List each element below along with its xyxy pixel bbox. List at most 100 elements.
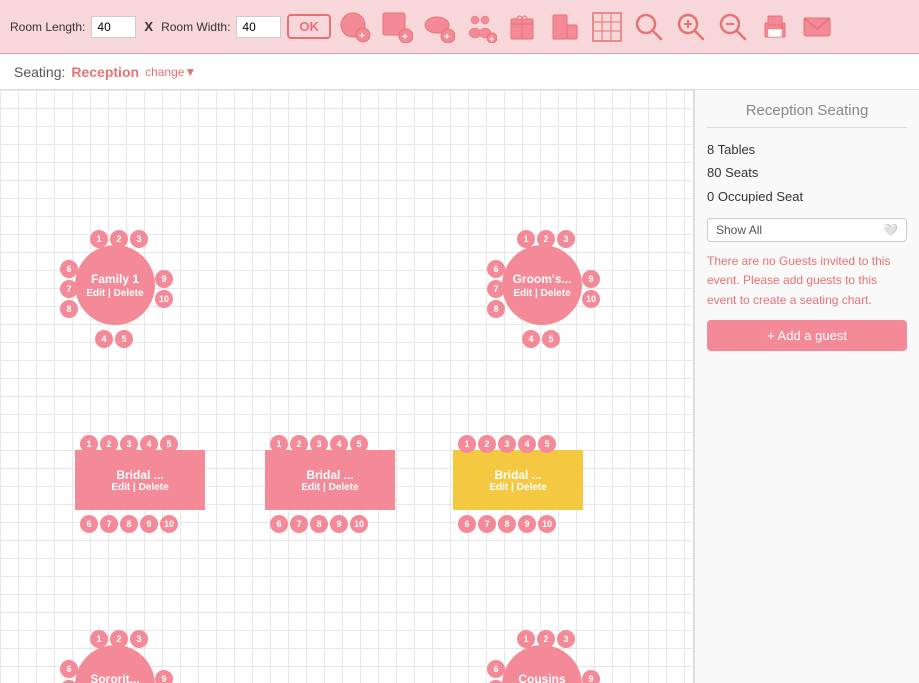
seat[interactable]: 4 bbox=[95, 330, 113, 348]
seat[interactable]: 2 bbox=[290, 435, 308, 453]
seat[interactable]: 5 bbox=[350, 435, 368, 453]
search-button[interactable] bbox=[631, 9, 667, 45]
seat[interactable]: 4 bbox=[330, 435, 348, 453]
seat[interactable]: 8 bbox=[60, 300, 78, 318]
seat[interactable]: 3 bbox=[557, 630, 575, 648]
seat[interactable]: 4 bbox=[518, 435, 536, 453]
print-button[interactable] bbox=[757, 9, 793, 45]
zoom-out-button[interactable] bbox=[715, 9, 751, 45]
seat[interactable]: 9 bbox=[155, 670, 173, 683]
table-actions[interactable]: Edit | Delete bbox=[489, 482, 546, 493]
table-group-bridal1[interactable]: Bridal ... Edit | Delete 12345678910 bbox=[55, 430, 225, 550]
table-body-bridal2[interactable]: Bridal ... Edit | Delete bbox=[265, 450, 395, 510]
seat[interactable]: 9 bbox=[582, 270, 600, 288]
seat[interactable]: 10 bbox=[582, 290, 600, 308]
delete-link[interactable]: Delete bbox=[517, 482, 547, 493]
seat[interactable]: 4 bbox=[140, 435, 158, 453]
table-actions[interactable]: Edit | Delete bbox=[513, 288, 570, 299]
email-button[interactable] bbox=[799, 9, 835, 45]
seat[interactable]: 10 bbox=[155, 290, 173, 308]
table-body-bridal1[interactable]: Bridal ... Edit | Delete bbox=[75, 450, 205, 510]
seat[interactable]: 6 bbox=[487, 260, 505, 278]
square-tool-button[interactable]: + bbox=[379, 9, 415, 45]
table-body-cousins[interactable]: Cousins Edit | Delete bbox=[502, 645, 582, 683]
seat[interactable]: 2 bbox=[110, 630, 128, 648]
people-tool-button[interactable]: + bbox=[463, 9, 499, 45]
edit-link[interactable]: Edit bbox=[86, 288, 105, 299]
seat[interactable]: 7 bbox=[100, 515, 118, 533]
table-group-grooms[interactable]: Groom's... Edit | Delete 12367891045 bbox=[482, 225, 622, 365]
oval-tool-button[interactable]: + bbox=[421, 9, 457, 45]
seat[interactable]: 1 bbox=[270, 435, 288, 453]
seat[interactable]: 8 bbox=[487, 300, 505, 318]
ok-button[interactable]: OK bbox=[287, 14, 331, 39]
door-tool-button[interactable] bbox=[547, 9, 583, 45]
seat[interactable]: 3 bbox=[130, 230, 148, 248]
grid-tool-button[interactable] bbox=[589, 9, 625, 45]
delete-link[interactable]: Delete bbox=[329, 482, 359, 493]
seat[interactable]: 1 bbox=[90, 630, 108, 648]
table-body-family1[interactable]: Family 1 Edit | Delete bbox=[75, 245, 155, 325]
delete-link[interactable]: Delete bbox=[139, 482, 169, 493]
seating-canvas[interactable]: Family 1 Edit | Delete 12367891045Groom'… bbox=[0, 90, 694, 683]
seat[interactable]: 1 bbox=[517, 630, 535, 648]
delete-link[interactable]: Delete bbox=[541, 288, 571, 299]
seat[interactable]: 6 bbox=[60, 660, 78, 678]
room-length-input[interactable] bbox=[91, 16, 136, 38]
table-group-family1[interactable]: Family 1 Edit | Delete 12367891045 bbox=[55, 225, 195, 365]
table-group-bridal2[interactable]: Bridal ... Edit | Delete 12345678910 bbox=[245, 430, 415, 550]
seat[interactable]: 10 bbox=[538, 515, 556, 533]
seat[interactable]: 7 bbox=[60, 280, 78, 298]
seat[interactable]: 8 bbox=[498, 515, 516, 533]
seat[interactable]: 6 bbox=[80, 515, 98, 533]
seat[interactable]: 10 bbox=[350, 515, 368, 533]
seat[interactable]: 6 bbox=[458, 515, 476, 533]
seat[interactable]: 9 bbox=[140, 515, 158, 533]
seat[interactable]: 9 bbox=[155, 270, 173, 288]
seat[interactable]: 3 bbox=[130, 630, 148, 648]
seat[interactable]: 3 bbox=[557, 230, 575, 248]
seat[interactable]: 1 bbox=[458, 435, 476, 453]
seat[interactable]: 1 bbox=[517, 230, 535, 248]
seat[interactable]: 6 bbox=[60, 260, 78, 278]
table-group-bridal3[interactable]: Bridal ... Edit | Delete 12345678910 bbox=[433, 430, 603, 550]
change-event-link[interactable]: change▼ bbox=[145, 65, 196, 79]
seat[interactable]: 1 bbox=[80, 435, 98, 453]
edit-link[interactable]: Edit bbox=[111, 482, 130, 493]
room-width-input[interactable] bbox=[236, 16, 281, 38]
seat[interactable]: 9 bbox=[582, 670, 600, 683]
table-body-sororit[interactable]: Sororit... Edit | Delete bbox=[75, 645, 155, 683]
seat[interactable]: 1 bbox=[90, 230, 108, 248]
seat[interactable]: 7 bbox=[290, 515, 308, 533]
seat[interactable]: 3 bbox=[120, 435, 138, 453]
seat[interactable]: 3 bbox=[310, 435, 328, 453]
circle-tool-button[interactable]: + bbox=[337, 9, 373, 45]
edit-link[interactable]: Edit bbox=[513, 288, 532, 299]
seat[interactable]: 5 bbox=[160, 435, 178, 453]
table-body-bridal3[interactable]: Bridal ... Edit | Delete bbox=[453, 450, 583, 510]
table-actions[interactable]: Edit | Delete bbox=[86, 288, 143, 299]
seat[interactable]: 9 bbox=[518, 515, 536, 533]
seat[interactable]: 5 bbox=[542, 330, 560, 348]
seat[interactable]: 3 bbox=[498, 435, 516, 453]
table-actions[interactable]: Edit | Delete bbox=[111, 482, 168, 493]
edit-link[interactable]: Edit bbox=[489, 482, 508, 493]
seat[interactable]: 10 bbox=[160, 515, 178, 533]
seat[interactable]: 8 bbox=[310, 515, 328, 533]
seat[interactable]: 8 bbox=[120, 515, 138, 533]
seat[interactable]: 2 bbox=[478, 435, 496, 453]
seat[interactable]: 9 bbox=[330, 515, 348, 533]
add-guest-button[interactable]: + Add a guest bbox=[707, 320, 907, 351]
gift-tool-button[interactable] bbox=[505, 9, 541, 45]
show-all-dropdown[interactable]: Show All 🤍 bbox=[707, 218, 907, 242]
delete-link[interactable]: Delete bbox=[114, 288, 144, 299]
table-actions[interactable]: Edit | Delete bbox=[301, 482, 358, 493]
seat[interactable]: 7 bbox=[478, 515, 496, 533]
edit-link[interactable]: Edit bbox=[301, 482, 320, 493]
table-body-grooms[interactable]: Groom's... Edit | Delete bbox=[502, 245, 582, 325]
seat[interactable]: 4 bbox=[522, 330, 540, 348]
seat[interactable]: 5 bbox=[115, 330, 133, 348]
seat[interactable]: 7 bbox=[487, 280, 505, 298]
zoom-in-button[interactable] bbox=[673, 9, 709, 45]
table-group-cousins[interactable]: Cousins Edit | Delete 12367891045 bbox=[482, 625, 622, 683]
